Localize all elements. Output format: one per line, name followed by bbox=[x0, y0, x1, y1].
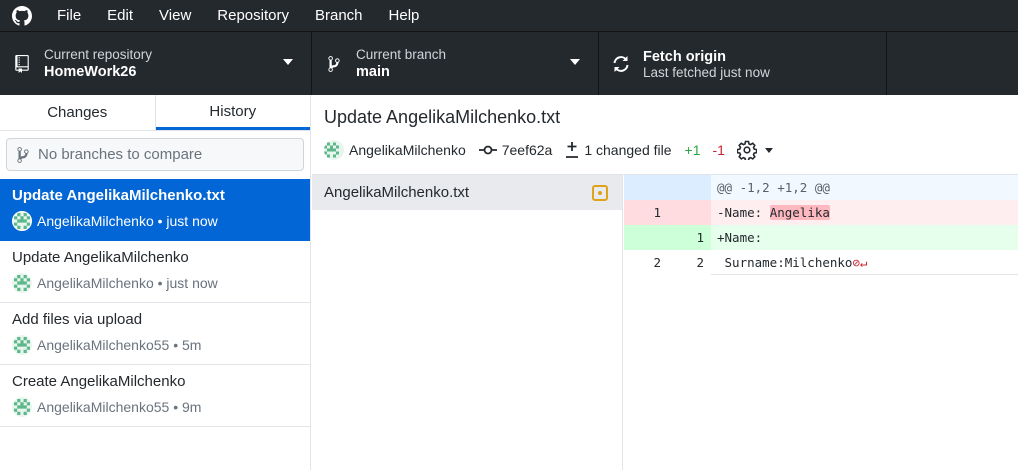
sync-icon bbox=[599, 54, 643, 74]
menu-help[interactable]: Help bbox=[376, 0, 433, 31]
branch-icon bbox=[312, 55, 356, 73]
gear-icon bbox=[736, 140, 757, 160]
diff-view: @@ -1,2 +1,2 @@ 1 -Name: Angelika 1 +Nam… bbox=[624, 175, 1018, 470]
fetch-origin-label: Fetch origin bbox=[643, 49, 726, 65]
last-fetched-text: Last fetched just now bbox=[643, 65, 770, 80]
sidebar: Changes History No branches to compare U… bbox=[0, 95, 311, 470]
commit-list-item[interactable]: Update AngelikaMilchenko.txt AngelikaMil… bbox=[0, 179, 310, 241]
menu-repository[interactable]: Repository bbox=[204, 0, 302, 31]
commit-author-name: AngelikaMilchenko bbox=[349, 142, 466, 158]
diff-line-text-wrapper: Surname:Milchenko⊘↵ bbox=[711, 250, 1018, 275]
commit-title: Create AngelikaMilchenko bbox=[12, 373, 186, 390]
no-newline-icon: ⊘↵ bbox=[852, 255, 868, 270]
commit-meta: AngelikaMilchenko55 • 5m bbox=[37, 337, 202, 353]
diff-line-added[interactable]: 1 +Name: bbox=[624, 225, 1018, 250]
menu-branch[interactable]: Branch bbox=[302, 0, 376, 31]
commit-list-item[interactable]: Add files via upload AngelikaMilchenko55… bbox=[0, 303, 310, 365]
file-list-item[interactable]: AngelikaMilchenko.txt bbox=[312, 175, 622, 210]
current-repository-label: Current repository bbox=[44, 47, 153, 62]
additions-count: +1 bbox=[684, 142, 701, 158]
commit-details: Update AngelikaMilchenko.txt AngelikaMil… bbox=[312, 95, 1018, 470]
chevron-down-icon bbox=[570, 59, 580, 65]
branch-icon bbox=[17, 146, 29, 163]
deletions-count: -1 bbox=[712, 142, 725, 158]
diff-line-text: +Name: bbox=[711, 225, 1018, 250]
diff-line-text: Surname:Milchenko bbox=[717, 255, 853, 270]
new-line-number: 2 bbox=[668, 250, 711, 275]
branch-compare-input[interactable]: No branches to compare bbox=[6, 138, 304, 171]
fetch-origin-button[interactable]: Fetch origin Last fetched just now bbox=[599, 32, 887, 95]
old-line-number: 2 bbox=[624, 250, 668, 275]
changed-files-text: 1 changed file bbox=[584, 142, 672, 158]
commit-list-item[interactable]: Create AngelikaMilchenko AngelikaMilchen… bbox=[0, 365, 310, 427]
commit-list-item[interactable]: Update AngelikaMilchenko AngelikaMilchen… bbox=[0, 241, 310, 303]
file-modified-icon bbox=[592, 185, 608, 201]
avatar bbox=[12, 335, 32, 355]
new-line-number bbox=[668, 200, 711, 225]
diff-word-highlight: Angelika bbox=[769, 205, 830, 220]
github-logo-icon bbox=[0, 0, 44, 31]
tab-history[interactable]: History bbox=[155, 95, 310, 130]
current-branch-button[interactable]: Current branch main bbox=[312, 32, 599, 95]
file-name: AngelikaMilchenko.txt bbox=[324, 184, 470, 201]
old-line-number bbox=[624, 175, 668, 200]
current-branch-label: Current branch bbox=[356, 47, 447, 62]
menu-bar: File Edit View Repository Branch Help bbox=[0, 0, 1018, 31]
toolbar: Current repository HomeWork26 Current br… bbox=[0, 31, 1018, 95]
diff-line-text: -Name: Angelika bbox=[711, 200, 1018, 225]
current-branch-value: main bbox=[356, 64, 390, 80]
menu-edit[interactable]: Edit bbox=[94, 0, 146, 31]
avatar bbox=[12, 397, 32, 417]
commit-author: AngelikaMilchenko bbox=[324, 140, 466, 160]
avatar bbox=[324, 140, 344, 160]
repo-icon bbox=[0, 54, 44, 73]
commit-title: Update AngelikaMilchenko bbox=[12, 249, 189, 266]
changed-files-list: AngelikaMilchenko.txt bbox=[312, 175, 623, 470]
commit-meta: AngelikaMilchenko • just now bbox=[37, 275, 218, 291]
commit-title: Update AngelikaMilchenko.txt bbox=[12, 187, 225, 204]
commit-summary: Update AngelikaMilchenko.txt AngelikaMil… bbox=[312, 95, 1018, 175]
sidebar-tabs: Changes History bbox=[0, 95, 310, 131]
hunk-header-text: @@ -1,2 +1,2 @@ bbox=[711, 175, 1018, 200]
old-line-number: 1 bbox=[624, 200, 668, 225]
new-line-number bbox=[668, 175, 711, 200]
avatar bbox=[12, 273, 32, 293]
commit-meta: AngelikaMilchenko55 • 9m bbox=[37, 399, 202, 415]
current-repository-value: HomeWork26 bbox=[44, 64, 137, 80]
commit-title: Add files via upload bbox=[12, 311, 143, 328]
git-commit-icon bbox=[478, 145, 497, 155]
chevron-down-icon bbox=[764, 147, 773, 153]
avatar bbox=[12, 211, 32, 231]
commit-title: Update AngelikaMilchenko.txt bbox=[324, 107, 561, 127]
chevron-down-icon bbox=[283, 59, 293, 65]
commit-sha-text: 7eef62a bbox=[501, 142, 553, 158]
menu-view[interactable]: View bbox=[146, 0, 204, 31]
diff-line-context[interactable]: 2 2 Surname:Milchenko⊘↵ bbox=[624, 250, 1018, 275]
branch-compare-placeholder: No branches to compare bbox=[38, 146, 203, 163]
commit-meta: AngelikaMilchenko • just now bbox=[37, 213, 218, 229]
diff-settings-button[interactable] bbox=[736, 140, 773, 160]
new-line-number: 1 bbox=[668, 225, 711, 250]
commit-sha[interactable]: 7eef62a bbox=[478, 142, 553, 158]
diff-line-deleted[interactable]: 1 -Name: Angelika bbox=[624, 200, 1018, 225]
old-line-number bbox=[624, 225, 668, 250]
diff-icon bbox=[566, 142, 579, 158]
menu-file[interactable]: File bbox=[44, 0, 94, 31]
current-repository-button[interactable]: Current repository HomeWork26 bbox=[0, 32, 312, 95]
changed-files-count: 1 changed file bbox=[565, 141, 672, 159]
diff-line-prefix: -Name: bbox=[717, 205, 770, 220]
tab-changes[interactable]: Changes bbox=[0, 95, 156, 130]
diff-hunk-header: @@ -1,2 +1,2 @@ bbox=[624, 175, 1018, 200]
